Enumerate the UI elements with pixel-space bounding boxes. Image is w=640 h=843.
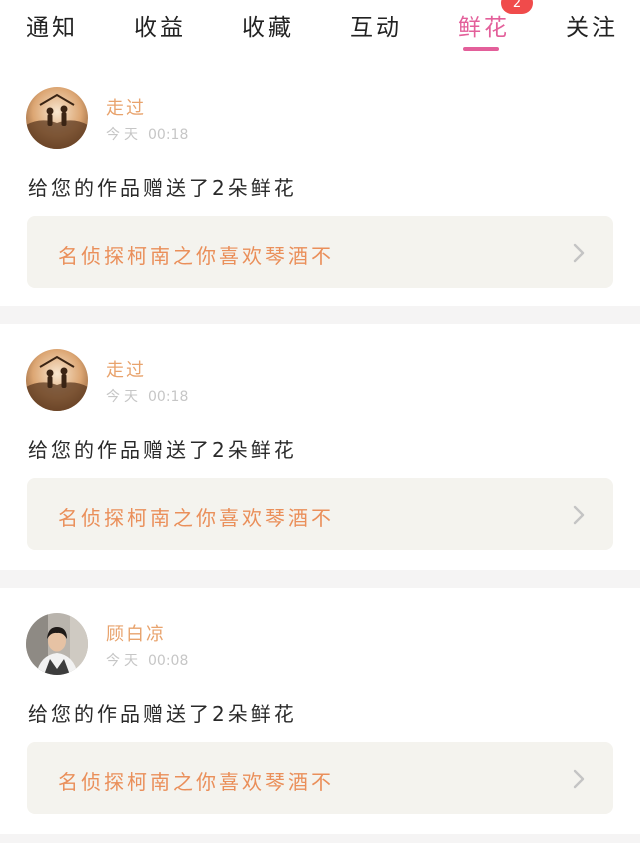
chevron-right-icon bbox=[573, 505, 585, 525]
work-title: 名侦探柯南之你喜欢琴酒不 bbox=[58, 770, 334, 794]
gift-message: 给您的作品赠送了2朵鲜花 bbox=[28, 176, 297, 200]
tab-favorites[interactable]: 收藏 bbox=[242, 8, 294, 42]
work-title: 名侦探柯南之你喜欢琴酒不 bbox=[58, 244, 334, 268]
active-tab-indicator bbox=[463, 47, 499, 51]
silhouette-couple-icon bbox=[26, 87, 88, 149]
notification-card: 顾白凉 今天 00:08 给您的作品赠送了2朵鲜花 名侦探柯南之你喜欢琴酒不 bbox=[0, 588, 640, 834]
notification-card: 走过 今天 00:18 给您的作品赠送了2朵鲜花 名侦探柯南之你喜欢琴酒不 bbox=[0, 324, 640, 570]
avatar[interactable] bbox=[26, 613, 88, 675]
work-link[interactable]: 名侦探柯南之你喜欢琴酒不 bbox=[27, 742, 613, 814]
tab-earnings[interactable]: 收益 bbox=[134, 8, 186, 42]
day-label: 今天 bbox=[106, 127, 142, 143]
notification-card: 走过 今天 00:18 给您的作品赠送了2朵鲜花 名侦探柯南之你喜欢琴酒不 bbox=[0, 62, 640, 306]
username[interactable]: 走过 bbox=[106, 356, 146, 382]
username[interactable]: 顾白凉 bbox=[106, 620, 166, 646]
timestamp: 今天 00:08 bbox=[106, 650, 188, 670]
avatar[interactable] bbox=[26, 349, 88, 411]
tab-follow[interactable]: 关注 bbox=[566, 8, 618, 42]
time-label: 00:08 bbox=[148, 653, 189, 669]
tab-notice[interactable]: 通知 bbox=[26, 8, 78, 42]
work-link[interactable]: 名侦探柯南之你喜欢琴酒不 bbox=[27, 216, 613, 288]
flowers-badge: 2 bbox=[501, 0, 533, 14]
card-separator bbox=[0, 570, 640, 588]
timestamp: 今天 00:18 bbox=[106, 124, 188, 144]
tab-flowers[interactable]: 鲜花 bbox=[458, 8, 510, 42]
work-title: 名侦探柯南之你喜欢琴酒不 bbox=[58, 506, 334, 530]
chevron-right-icon bbox=[573, 769, 585, 789]
time-label: 00:18 bbox=[148, 389, 189, 405]
username[interactable]: 走过 bbox=[106, 94, 146, 120]
day-label: 今天 bbox=[106, 653, 142, 669]
card-separator bbox=[0, 834, 640, 843]
tab-interaction[interactable]: 互动 bbox=[350, 8, 402, 42]
chevron-right-icon bbox=[573, 243, 585, 263]
person-photo-icon bbox=[26, 613, 88, 675]
timestamp: 今天 00:18 bbox=[106, 386, 188, 406]
day-label: 今天 bbox=[106, 389, 142, 405]
avatar[interactable] bbox=[26, 87, 88, 149]
work-link[interactable]: 名侦探柯南之你喜欢琴酒不 bbox=[27, 478, 613, 550]
top-tab-bar: 通知 收益 收藏 互动 鲜花 关注 2 bbox=[0, 0, 640, 62]
card-separator bbox=[0, 306, 640, 324]
gift-message: 给您的作品赠送了2朵鲜花 bbox=[28, 438, 297, 462]
time-label: 00:18 bbox=[148, 127, 189, 143]
gift-message: 给您的作品赠送了2朵鲜花 bbox=[28, 702, 297, 726]
silhouette-couple-icon bbox=[26, 349, 88, 411]
